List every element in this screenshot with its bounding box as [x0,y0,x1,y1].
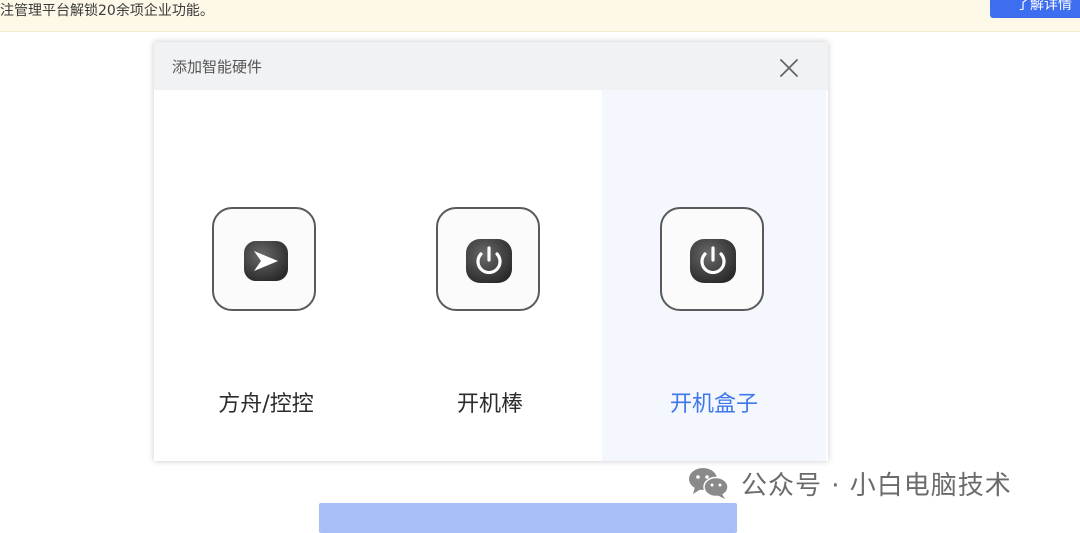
option-icon-tile [436,207,540,311]
arrow-play-icon [244,241,288,281]
option-label: 方舟/控控 [218,392,314,417]
option-fangzhou-kongkong[interactable]: 方舟/控控 [154,90,378,461]
option-label: 开机棒 [456,392,523,417]
banner-text: 注管理平台解锁20余项企业功能。 [0,3,214,19]
option-label: 开机盒子 [669,392,758,417]
watermark-text: 公众号 · 小白电脑技术 [741,470,1012,501]
watermark: 公众号 · 小白电脑技术 [687,465,1012,501]
close-button[interactable] [774,53,804,83]
add-hardware-dialog: 添加智能硬件 方舟/控控 开机棒 开机盒子 [154,42,828,461]
option-kaiji-bang[interactable]: 开机棒 [378,90,602,461]
dialog-header: 添加智能硬件 [154,42,828,90]
learn-more-button[interactable]: 了解详情 [990,0,1080,18]
option-icon-tile [660,207,764,311]
close-icon [780,59,798,77]
notice-banner: 注管理平台解锁20余项企业功能。 了解详情 [0,0,1080,32]
wechat-icon [689,468,729,499]
option-icon-tile [212,207,316,311]
power-icon [690,239,736,283]
confirm-button[interactable] [319,503,737,533]
hardware-options: 方舟/控控 开机棒 开机盒子 [154,90,828,461]
dialog-title: 添加智能硬件 [172,58,263,76]
power-icon [466,239,512,283]
option-kaiji-hezi[interactable]: 开机盒子 [602,90,826,461]
learn-more-label: 了解详情 [1016,0,1072,13]
